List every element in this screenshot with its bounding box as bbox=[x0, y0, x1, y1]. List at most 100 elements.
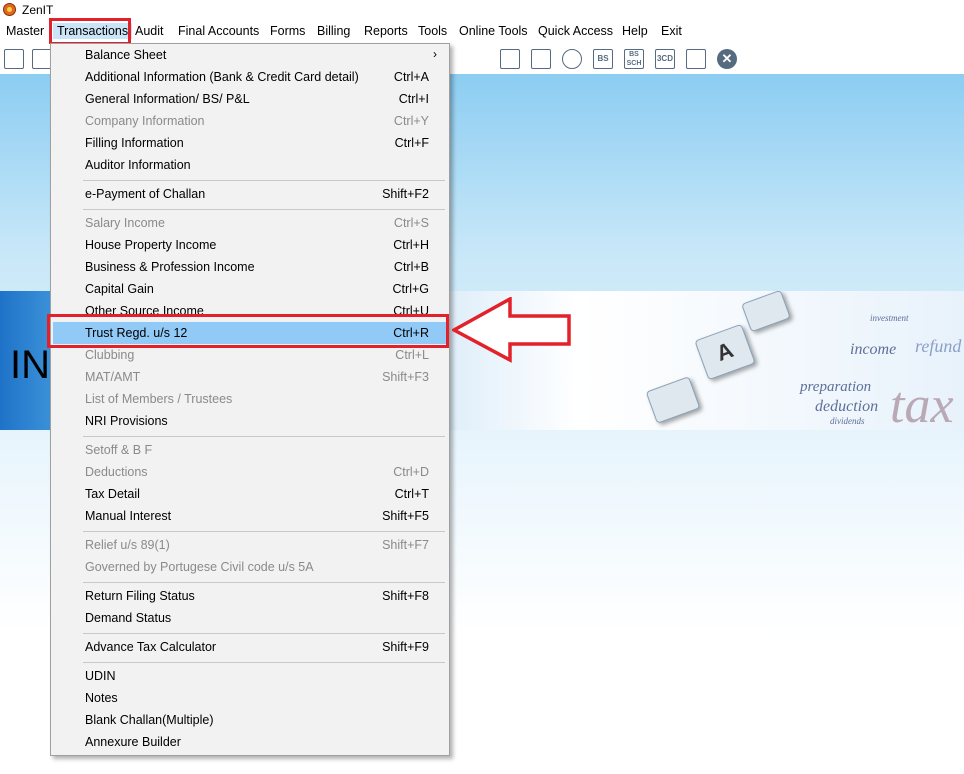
menu-item-manual-interest[interactable]: Manual Interest Shift+F5 bbox=[53, 505, 447, 527]
menu-item-label: Demand Status bbox=[85, 611, 172, 625]
menu-master[interactable]: Master bbox=[6, 24, 44, 38]
menu-item-shortcut: Shift+F3 bbox=[382, 370, 429, 384]
menu-item-label: List of Members / Trustees bbox=[85, 392, 233, 406]
menu-item-business-profession-income[interactable]: Business & Profession Income Ctrl+B bbox=[53, 256, 447, 278]
menu-item-shortcut: Ctrl+H bbox=[393, 238, 429, 252]
menu-item-shortcut: Ctrl+I bbox=[398, 92, 429, 106]
tax-wordcloud-decor: income refund preparation deduction tax … bbox=[800, 313, 962, 430]
menu-item-label: Governed by Portugese Civil code u/s 5A bbox=[85, 560, 314, 574]
grid-icon[interactable] bbox=[686, 49, 706, 69]
menu-item-label: Capital Gain bbox=[85, 282, 154, 296]
app-title: ZenIT bbox=[22, 3, 54, 17]
menu-separator bbox=[83, 180, 445, 181]
chevron-right-icon: › bbox=[433, 47, 437, 61]
menu-item-label: Filling Information bbox=[85, 136, 184, 150]
red-arrow-icon bbox=[452, 297, 571, 363]
menu-item-shortcut: Shift+F7 bbox=[382, 538, 429, 552]
menu-item-label: Setoff & B F bbox=[85, 443, 153, 457]
keyboard-key-decor: A bbox=[694, 323, 756, 381]
menu-item-other-source-income[interactable]: Other Source Income Ctrl+U bbox=[53, 300, 447, 322]
menu-item-shortcut: Shift+F8 bbox=[382, 589, 429, 603]
bs-sch-icon[interactable]: BS SCH bbox=[624, 49, 644, 69]
app-logo-icon bbox=[3, 3, 16, 16]
menu-item-mat-amt: MAT/AMT Shift+F3 bbox=[53, 366, 447, 388]
add-folder-icon[interactable] bbox=[531, 49, 551, 69]
menu-item-label: Business & Profession Income bbox=[85, 260, 255, 274]
refresh-icon[interactable] bbox=[562, 49, 582, 69]
menu-reports[interactable]: Reports bbox=[364, 24, 408, 38]
menu-separator bbox=[83, 436, 445, 437]
menu-separator bbox=[83, 582, 445, 583]
menu-item-label: Auditor Information bbox=[85, 158, 191, 172]
menu-item-label: Salary Income bbox=[85, 216, 165, 230]
menu-item-shortcut: Ctrl+D bbox=[393, 465, 429, 479]
menu-item-return-filing-status[interactable]: Return Filing Status Shift+F8 bbox=[53, 585, 447, 607]
menu-item-shortcut: Shift+F2 bbox=[382, 187, 429, 201]
menu-online-tools[interactable]: Online Tools bbox=[459, 24, 528, 38]
menu-item-trust-regd-u-s-12[interactable]: Trust Regd. u/s 12 Ctrl+R bbox=[53, 322, 447, 344]
menu-item-deductions: Deductions Ctrl+D bbox=[53, 461, 447, 483]
menu-item-label: Clubbing bbox=[85, 348, 135, 362]
menu-item-demand-status[interactable]: Demand Status bbox=[53, 607, 447, 629]
menu-item-shortcut: Ctrl+A bbox=[393, 70, 429, 84]
home-icon[interactable] bbox=[32, 49, 52, 69]
menu-item-tax-detail[interactable]: Tax Detail Ctrl+T bbox=[53, 483, 447, 505]
menu-item-label: Tax Detail bbox=[85, 487, 140, 501]
menu-item-label: Annexure Builder bbox=[85, 735, 181, 749]
menu-bar: Master Transactions Audit Final Accounts… bbox=[0, 20, 964, 42]
menu-item-additional-information[interactable]: Additional Information (Bank & Credit Ca… bbox=[53, 66, 447, 88]
menu-item-balance-sheet[interactable]: Balance Sheet › bbox=[53, 44, 447, 66]
menu-item-list-of-members-trustees: List of Members / Trustees bbox=[53, 388, 447, 410]
menu-item-capital-gain[interactable]: Capital Gain Ctrl+G bbox=[53, 278, 447, 300]
menu-item-label: Notes bbox=[85, 691, 118, 705]
menu-help[interactable]: Help bbox=[622, 24, 648, 38]
menu-item-label: Blank Challan(Multiple) bbox=[85, 713, 214, 727]
menu-item-auditor-information[interactable]: Auditor Information bbox=[53, 154, 447, 176]
menu-item-shortcut: Ctrl+G bbox=[392, 282, 429, 296]
menu-item-house-property-income[interactable]: House Property Income Ctrl+H bbox=[53, 234, 447, 256]
menu-separator bbox=[83, 209, 445, 210]
menu-item-salary-income: Salary Income Ctrl+S bbox=[53, 212, 447, 234]
menu-item-notes[interactable]: Notes bbox=[53, 687, 447, 709]
menu-item-relief-u-s-89-1: Relief u/s 89(1) Shift+F7 bbox=[53, 534, 447, 556]
menu-audit[interactable]: Audit bbox=[135, 24, 164, 38]
menu-item-general-information[interactable]: General Information/ BS/ P&L Ctrl+I bbox=[53, 88, 447, 110]
calendar-icon[interactable] bbox=[500, 49, 520, 69]
close-icon[interactable]: ✕ bbox=[717, 49, 737, 69]
menu-item-label: House Property Income bbox=[85, 238, 217, 252]
menu-item-blank-challan-multiple[interactable]: Blank Challan(Multiple) bbox=[53, 709, 447, 731]
menu-billing[interactable]: Billing bbox=[317, 24, 350, 38]
menu-item-shortcut: Ctrl+B bbox=[393, 260, 429, 274]
menu-item-filling-information[interactable]: Filling Information Ctrl+F bbox=[53, 132, 447, 154]
menu-item-shortcut: Ctrl+T bbox=[394, 487, 429, 501]
menu-item-governed-by-portugese-civil-code: Governed by Portugese Civil code u/s 5A bbox=[53, 556, 447, 578]
menu-item-advance-tax-calculator[interactable]: Advance Tax Calculator Shift+F9 bbox=[53, 636, 447, 658]
menu-item-label: e-Payment of Challan bbox=[85, 187, 206, 201]
menu-item-label: MAT/AMT bbox=[85, 370, 141, 384]
menu-separator bbox=[83, 531, 445, 532]
menu-quick-access[interactable]: Quick Access bbox=[538, 24, 613, 38]
menu-item-label: Company Information bbox=[85, 114, 205, 128]
menu-item-label: Relief u/s 89(1) bbox=[85, 538, 170, 552]
menu-item-setoff-b-f: Setoff & B F bbox=[53, 439, 447, 461]
menu-tools[interactable]: Tools bbox=[418, 24, 447, 38]
menu-item-shortcut: Ctrl+U bbox=[393, 304, 429, 318]
menu-final-accounts[interactable]: Final Accounts bbox=[178, 24, 259, 38]
menu-exit[interactable]: Exit bbox=[661, 24, 682, 38]
menu-item-shortcut: Shift+F9 bbox=[382, 640, 429, 654]
bs-icon[interactable]: BS bbox=[593, 49, 613, 69]
menu-forms[interactable]: Forms bbox=[270, 24, 305, 38]
keyboard-key-decor bbox=[645, 376, 701, 424]
menu-item-label: NRI Provisions bbox=[85, 414, 168, 428]
3cd-icon[interactable]: 3CD bbox=[655, 49, 675, 69]
menu-item-clubbing: Clubbing Ctrl+L bbox=[53, 344, 447, 366]
title-bar: ZenIT bbox=[0, 0, 964, 20]
menu-item-e-payment-of-challan[interactable]: e-Payment of Challan Shift+F2 bbox=[53, 183, 447, 205]
menu-item-label: Other Source Income bbox=[85, 304, 204, 318]
menu-item-nri-provisions[interactable]: NRI Provisions bbox=[53, 410, 447, 432]
menu-item-udin[interactable]: UDIN bbox=[53, 665, 447, 687]
report-icon[interactable] bbox=[4, 49, 24, 69]
menu-item-shortcut: Ctrl+R bbox=[393, 326, 429, 340]
menu-transactions[interactable]: Transactions bbox=[53, 23, 133, 39]
menu-item-annexure-builder[interactable]: Annexure Builder bbox=[53, 731, 447, 753]
